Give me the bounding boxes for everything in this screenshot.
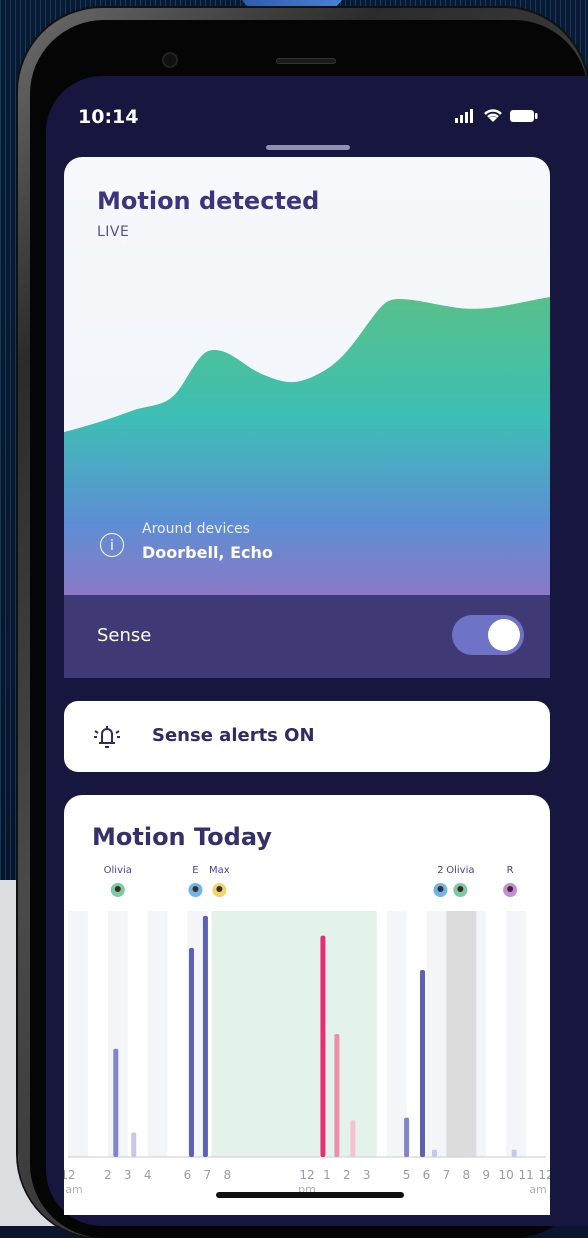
hour-stripe xyxy=(506,911,527,1157)
period-label: am xyxy=(529,1183,546,1196)
x-tick-label: 12 xyxy=(64,1168,76,1182)
motion-today-card: Motion Today Olivia E Max 2 Olivia R 12 2 3 4 6 7 8 1… xyxy=(64,795,550,1215)
x-tick-label: 4 xyxy=(144,1168,152,1182)
sense-label: Sense xyxy=(97,625,152,646)
person-label: Max xyxy=(209,865,230,876)
x-tick-label: 10 xyxy=(499,1168,514,1182)
r-avatar-face xyxy=(507,886,514,892)
motion-today-chart: Olivia E Max 2 Olivia R12 2 3 4 6 7 8 12 1 2 3 5 6 7 8 9 10 11… xyxy=(64,865,550,1196)
x-tick-label: 7 xyxy=(443,1168,451,1182)
x-tick-label: 8 xyxy=(224,1168,232,1182)
info-icon[interactable]: i xyxy=(100,533,124,557)
motion-wave-chart xyxy=(64,297,550,595)
motion-bar xyxy=(404,1117,410,1157)
x-tick-label: 3 xyxy=(124,1168,132,1182)
x-tick-label: 2 xyxy=(104,1168,112,1182)
motion-bar xyxy=(113,1048,119,1157)
wifi-icon xyxy=(484,109,502,122)
motion-bar xyxy=(511,1149,517,1157)
person-label: R xyxy=(507,865,514,876)
x-tick-label: 5 xyxy=(403,1168,411,1182)
x-tick-label: 9 xyxy=(482,1168,490,1182)
x-tick-label: 2 xyxy=(343,1168,351,1182)
hour-stripe xyxy=(426,911,447,1157)
hour-stripe xyxy=(68,911,88,1157)
motion-today-title: Motion Today xyxy=(92,823,272,851)
olivia-avatar-face xyxy=(114,886,121,892)
motion-bar xyxy=(334,1034,340,1157)
sense-toggle[interactable] xyxy=(452,615,524,655)
motion-bar xyxy=(202,915,208,1157)
status-time: 10:14 xyxy=(78,106,139,128)
person-label: Olivia xyxy=(104,865,132,876)
motion-bar xyxy=(188,947,194,1157)
2-avatar-face xyxy=(437,886,444,892)
around-devices-label: Around devices xyxy=(142,521,250,537)
earpiece-speaker xyxy=(276,58,336,64)
x-tick-label: 11 xyxy=(518,1168,533,1182)
motion-bar xyxy=(431,1149,437,1157)
front-camera xyxy=(162,52,178,68)
x-tick-label: 6 xyxy=(423,1168,431,1182)
signal-icon xyxy=(455,109,473,123)
sense-alerts-label: Sense alerts ON xyxy=(152,725,315,746)
motion-bar xyxy=(420,970,426,1157)
person-label: Olivia xyxy=(446,865,474,876)
motion-bar xyxy=(131,1132,137,1157)
inactive-period-band xyxy=(446,911,477,1157)
x-tick-label: 12 xyxy=(299,1168,314,1182)
period-label: am xyxy=(65,1183,82,1196)
motion-card: Motion detected LIVE i Around devices Do… xyxy=(64,157,550,678)
sense-alerts-card[interactable]: Sense alerts ON xyxy=(64,701,550,772)
status-icons xyxy=(455,108,539,124)
around-devices-value: Doorbell, Echo xyxy=(142,543,273,562)
e-avatar-face xyxy=(192,886,199,892)
olivia-avatar-face xyxy=(457,886,464,892)
battery-icon xyxy=(510,110,538,122)
sense-row: Sense xyxy=(64,595,550,678)
sheet-grabber[interactable] xyxy=(266,145,350,150)
home-indicator[interactable] xyxy=(216,1192,404,1198)
x-tick-label: 12 xyxy=(538,1168,550,1182)
x-tick-label: 6 xyxy=(184,1168,192,1182)
max-avatar-face xyxy=(216,886,223,892)
hour-stripe xyxy=(386,911,407,1157)
motion-title: Motion detected xyxy=(97,187,320,215)
x-tick-label: 1 xyxy=(323,1168,331,1182)
motion-bar xyxy=(350,1120,356,1157)
motion-wave xyxy=(64,297,550,595)
motion-bar xyxy=(320,935,326,1157)
person-label: 2 xyxy=(437,865,443,876)
person-label: E xyxy=(192,865,198,876)
x-tick-label: 3 xyxy=(363,1168,371,1182)
bell-ring-icon xyxy=(94,726,120,748)
toggle-knob xyxy=(488,619,520,651)
x-tick-label: 8 xyxy=(463,1168,471,1182)
x-tick-label: 7 xyxy=(204,1168,212,1182)
hour-stripe xyxy=(147,911,168,1157)
active-period-band xyxy=(211,911,377,1157)
live-label: LIVE xyxy=(97,224,130,240)
